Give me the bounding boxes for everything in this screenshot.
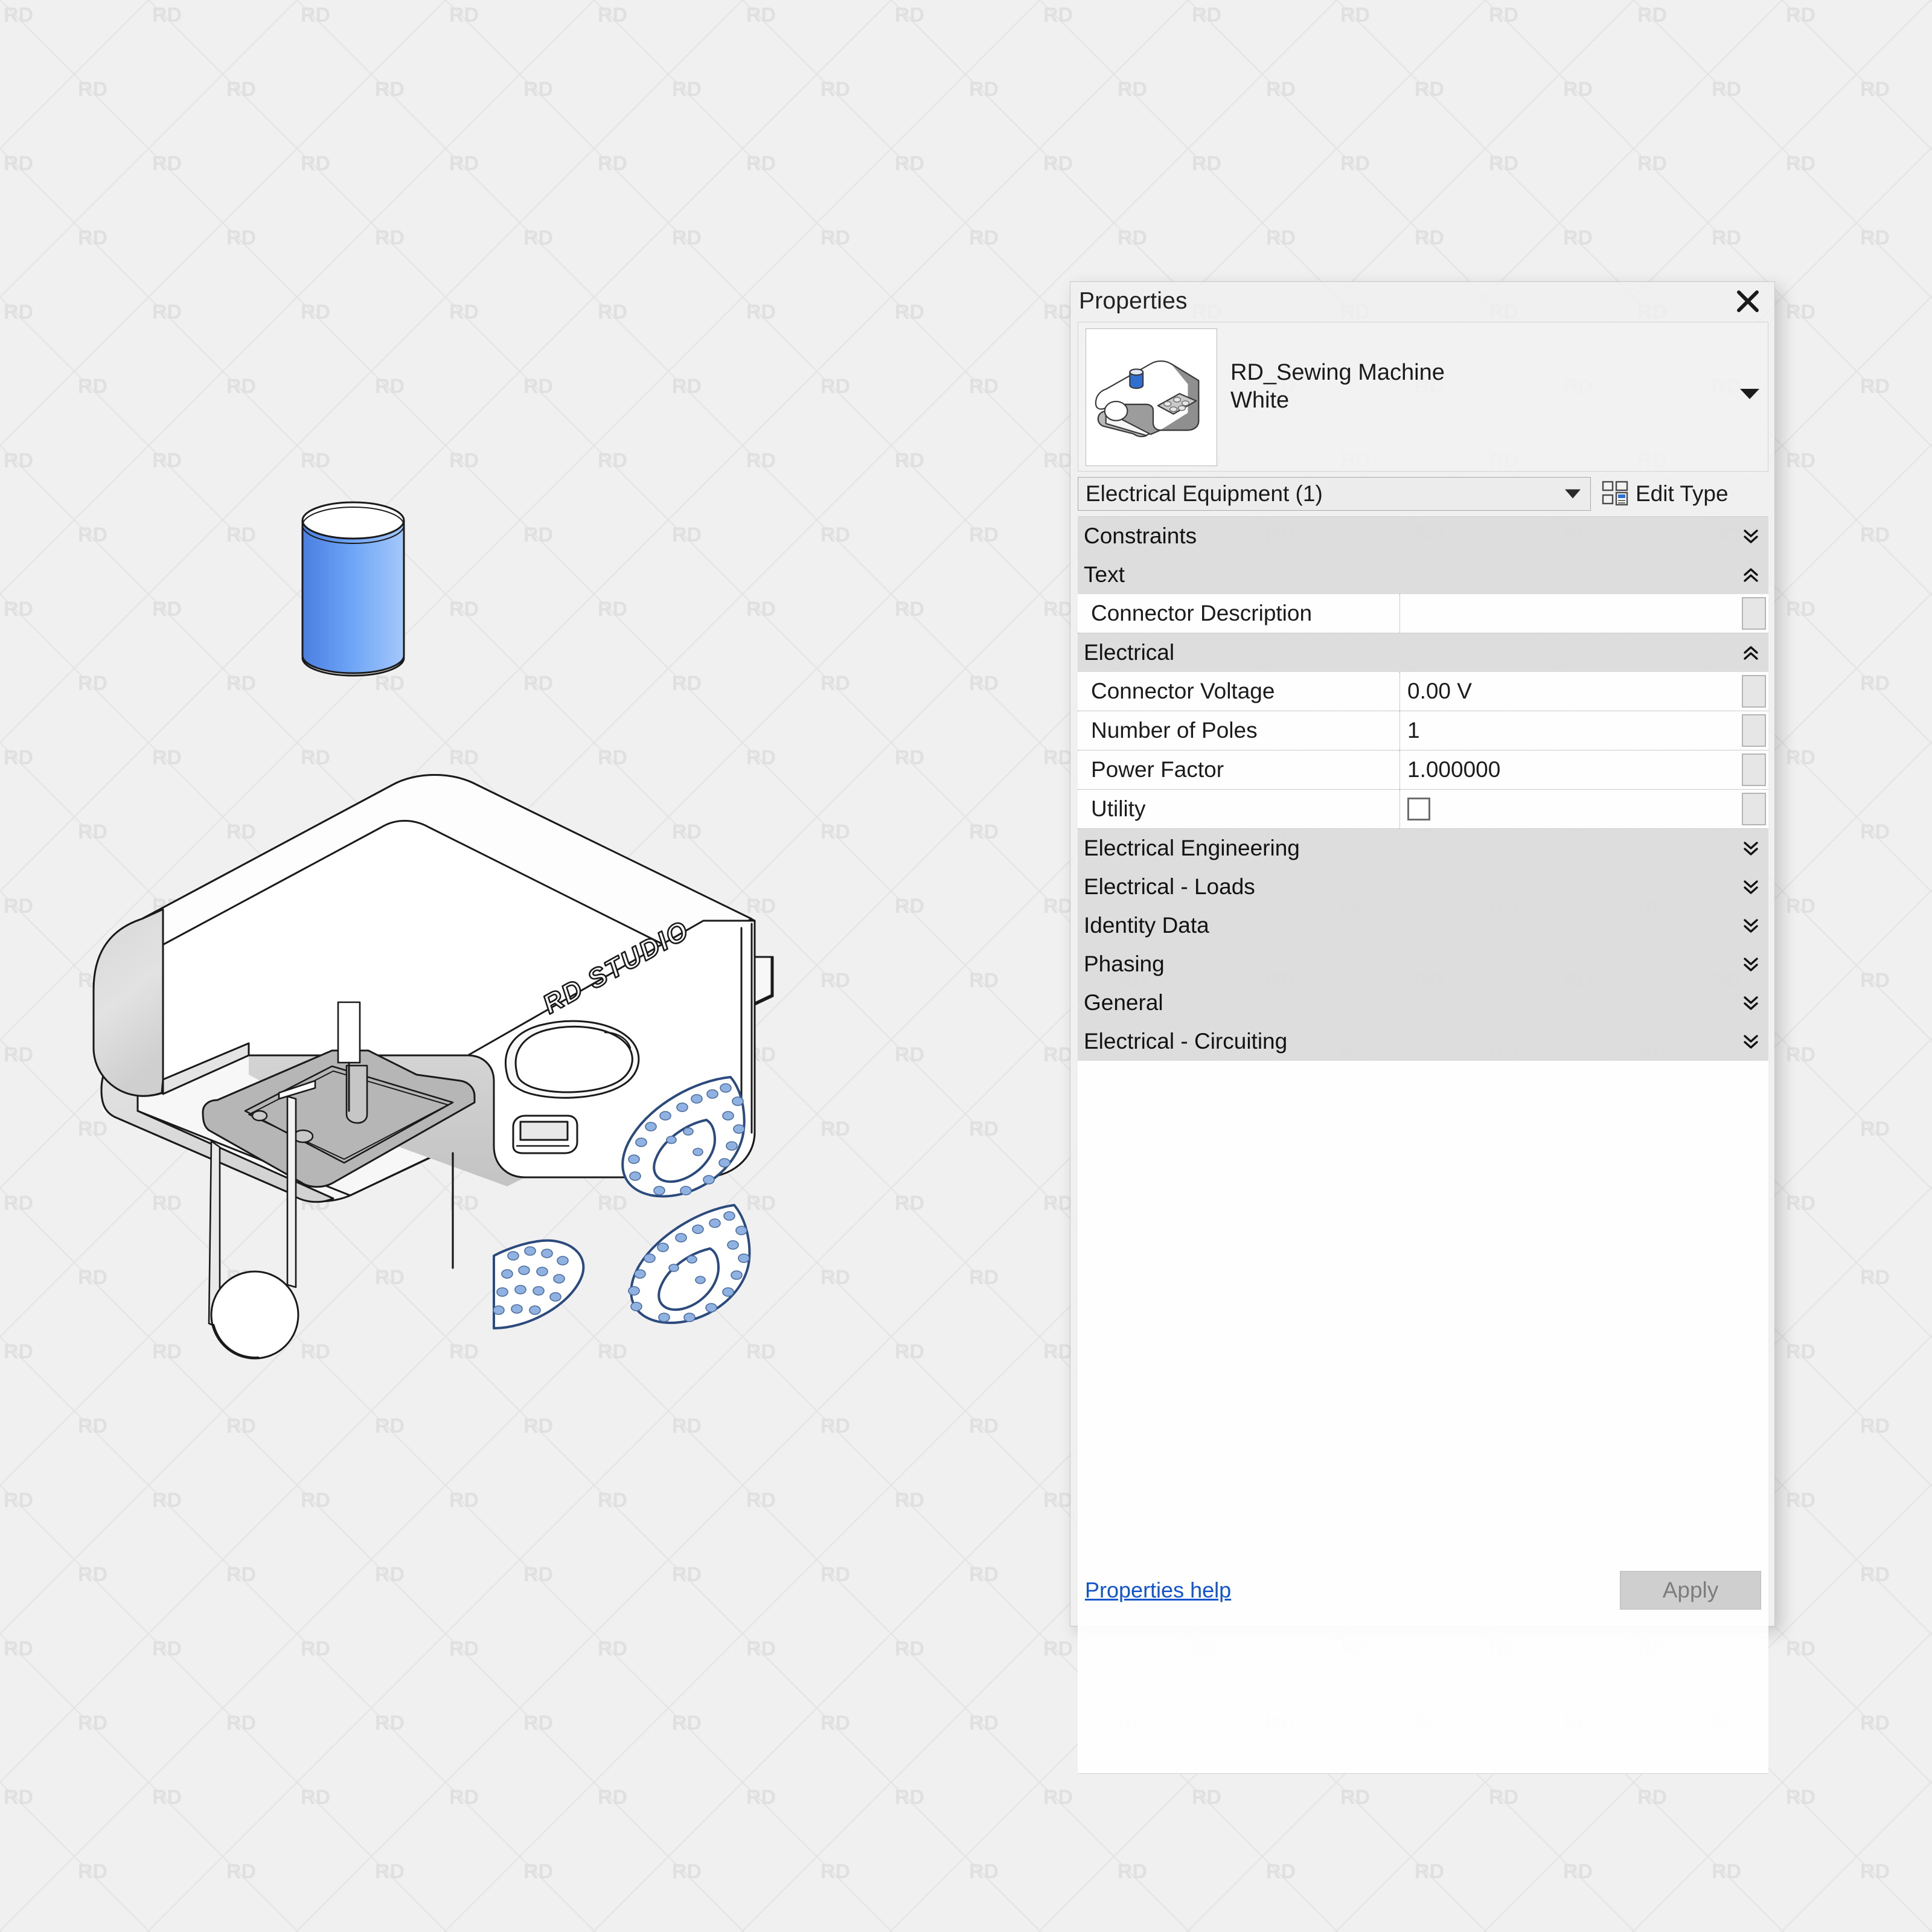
type-variant-label: White [1230, 388, 1290, 414]
category-select-label: Electrical Equipment (1) [1086, 481, 1323, 506]
property-row[interactable]: Connector Voltage 0.00 V [1078, 672, 1768, 711]
panel-titlebar: Properties [1070, 282, 1774, 319]
property-label: Power Factor [1078, 750, 1400, 789]
chevron-double-down-icon[interactable] [1743, 916, 1759, 935]
chevron-double-down-icon[interactable] [1743, 994, 1759, 1012]
property-group-header[interactable]: Identity Data [1078, 906, 1768, 945]
property-group-header[interactable]: Electrical - Loads [1078, 868, 1768, 906]
type-name: RD_Sewing Machine White [1230, 359, 1653, 415]
type-family-label: RD_Sewing Machine [1230, 360, 1445, 385]
category-select[interactable]: Electrical Equipment (1) [1078, 477, 1591, 511]
property-group-label: Electrical Engineering [1084, 836, 1300, 860]
screenshot-root: RD STUDIO Properties RD_Sewing Machine W… [0, 0, 1932, 1932]
property-group-header[interactable]: Text [1078, 555, 1768, 594]
properties-help-link[interactable]: Properties help [1085, 1578, 1231, 1603]
property-edit-button[interactable] [1742, 793, 1766, 825]
property-group-label: Electrical - Loads [1084, 874, 1255, 899]
property-row[interactable]: Utility [1078, 790, 1768, 829]
property-row[interactable]: Connector Description [1078, 594, 1768, 633]
property-group-header[interactable]: Electrical [1078, 633, 1768, 672]
chevron-double-up-icon[interactable] [1743, 644, 1759, 662]
property-group-label: Electrical [1084, 640, 1175, 665]
property-value[interactable]: 1.000000 [1400, 750, 1768, 789]
property-row[interactable]: Power Factor 1.000000 [1078, 750, 1768, 790]
chevron-double-down-icon[interactable] [1743, 1032, 1759, 1051]
properties-palette: Properties RD_Sewing Machine White Elect… [1070, 281, 1775, 1774]
property-group-label: General [1084, 990, 1163, 1015]
property-label: Number of Poles [1078, 711, 1400, 750]
property-label: Connector Voltage [1078, 672, 1400, 711]
category-row: Electrical Equipment (1) Edit Type [1078, 475, 1768, 513]
apply-button[interactable]: Apply [1620, 1571, 1761, 1610]
property-group-label: Electrical - Circuiting [1084, 1029, 1288, 1054]
chevron-double-down-icon[interactable] [1743, 878, 1759, 896]
property-value[interactable]: 1 [1400, 711, 1768, 750]
property-group-header[interactable]: Constraints [1078, 517, 1768, 555]
edit-type-label: Edit Type [1636, 481, 1729, 506]
panel-footer: Properties help Apply [1070, 1555, 1774, 1626]
edit-type-icon [1602, 480, 1630, 508]
chevron-double-down-icon[interactable] [1743, 527, 1759, 545]
property-edit-button[interactable] [1742, 597, 1766, 630]
close-icon[interactable] [1732, 286, 1764, 317]
property-label: Utility [1078, 790, 1400, 828]
property-group-header[interactable]: Electrical - Circuiting [1078, 1022, 1768, 1061]
property-value[interactable]: 0.00 V [1400, 672, 1768, 711]
property-label: Connector Description [1078, 594, 1400, 633]
chevron-down-icon[interactable] [1740, 389, 1759, 399]
chevron-down-icon [1565, 489, 1581, 499]
property-value[interactable] [1400, 790, 1768, 828]
property-row[interactable]: Number of Poles 1 [1078, 711, 1768, 750]
property-grid-empty-area [1078, 1061, 1768, 1774]
sewing-machine-illustration: RD STUDIO [91, 471, 936, 1437]
chevron-double-up-icon[interactable] [1743, 566, 1759, 584]
property-grid: Constraints Text Connector Description Elec… [1078, 516, 1768, 1061]
property-group-label: Identity Data [1084, 913, 1209, 938]
property-value[interactable] [1400, 594, 1768, 633]
type-selector[interactable]: RD_Sewing Machine White [1078, 322, 1768, 472]
property-group-header[interactable]: Electrical Engineering [1078, 829, 1768, 868]
property-edit-button[interactable] [1742, 714, 1766, 747]
property-group-label: Constraints [1084, 523, 1197, 548]
chevron-double-down-icon[interactable] [1743, 955, 1759, 973]
property-group-label: Text [1084, 562, 1125, 587]
chevron-double-down-icon[interactable] [1743, 839, 1759, 857]
property-edit-button[interactable] [1742, 753, 1766, 786]
property-edit-button[interactable] [1742, 675, 1766, 708]
sewing-machine-preview [1086, 328, 1217, 466]
property-group-header[interactable]: General [1078, 984, 1768, 1022]
utility-checkbox[interactable] [1407, 798, 1430, 820]
property-group-label: Phasing [1084, 952, 1165, 976]
property-group-header[interactable]: Phasing [1078, 945, 1768, 984]
edit-type-button[interactable]: Edit Type [1602, 480, 1729, 508]
page-title: Properties [1079, 288, 1188, 314]
